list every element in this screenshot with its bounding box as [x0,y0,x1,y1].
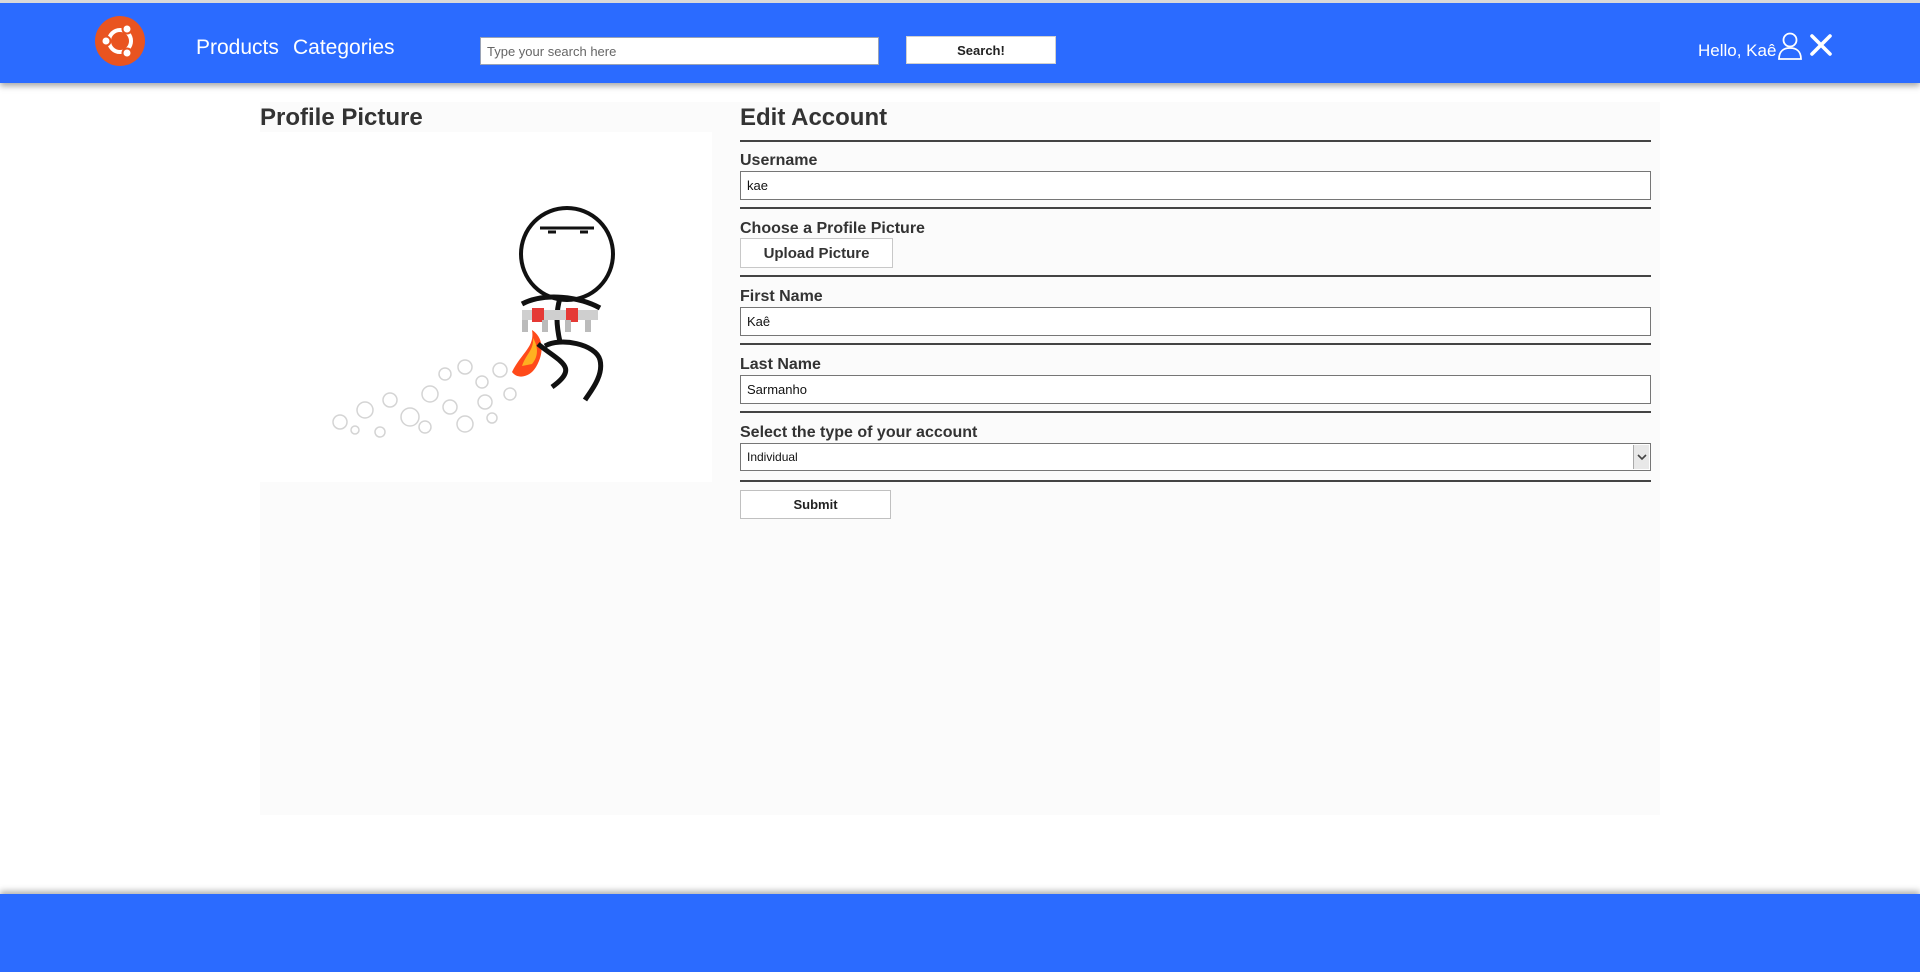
account-type-selected: Individual [747,450,798,464]
close-icon[interactable] [1808,32,1834,58]
footer-bar [0,894,1920,972]
chevron-down-icon[interactable] [1633,445,1649,469]
edit-account-heading: Edit Account [740,104,888,131]
divider [740,275,1651,277]
submit-button[interactable]: Submit [740,490,891,519]
divider [740,140,1651,142]
search-button[interactable]: Search! [906,36,1056,64]
account-type-select[interactable]: Individual [740,443,1651,471]
ubuntu-logo-icon[interactable] [94,15,146,67]
first-name-field[interactable] [740,307,1651,336]
username-label: Username [740,152,818,169]
jetpack-stick-figure-image [332,206,615,438]
user-greeting: Hello, Kaê [1698,41,1777,60]
nav-products-link[interactable]: Products [196,36,279,60]
divider [740,480,1651,482]
last-name-label: Last Name [740,356,821,373]
nav-categories-link[interactable]: Categories [293,36,395,60]
last-name-field[interactable] [740,375,1651,404]
upload-picture-button[interactable]: Upload Picture [740,238,893,268]
top-navbar: Products Categories Search! Hello, Kaê [0,0,1920,83]
divider [740,411,1651,413]
user-icon[interactable] [1777,32,1803,60]
profile-picture-heading: Profile Picture [260,104,423,131]
first-name-label: First Name [740,288,823,305]
profile-picture-image [260,132,712,482]
search-input[interactable] [480,37,879,65]
divider [740,343,1651,345]
profile-picture-label: Choose a Profile Picture [740,220,925,237]
account-type-label: Select the type of your account [740,424,978,441]
username-field[interactable] [740,171,1651,200]
divider [740,207,1651,209]
